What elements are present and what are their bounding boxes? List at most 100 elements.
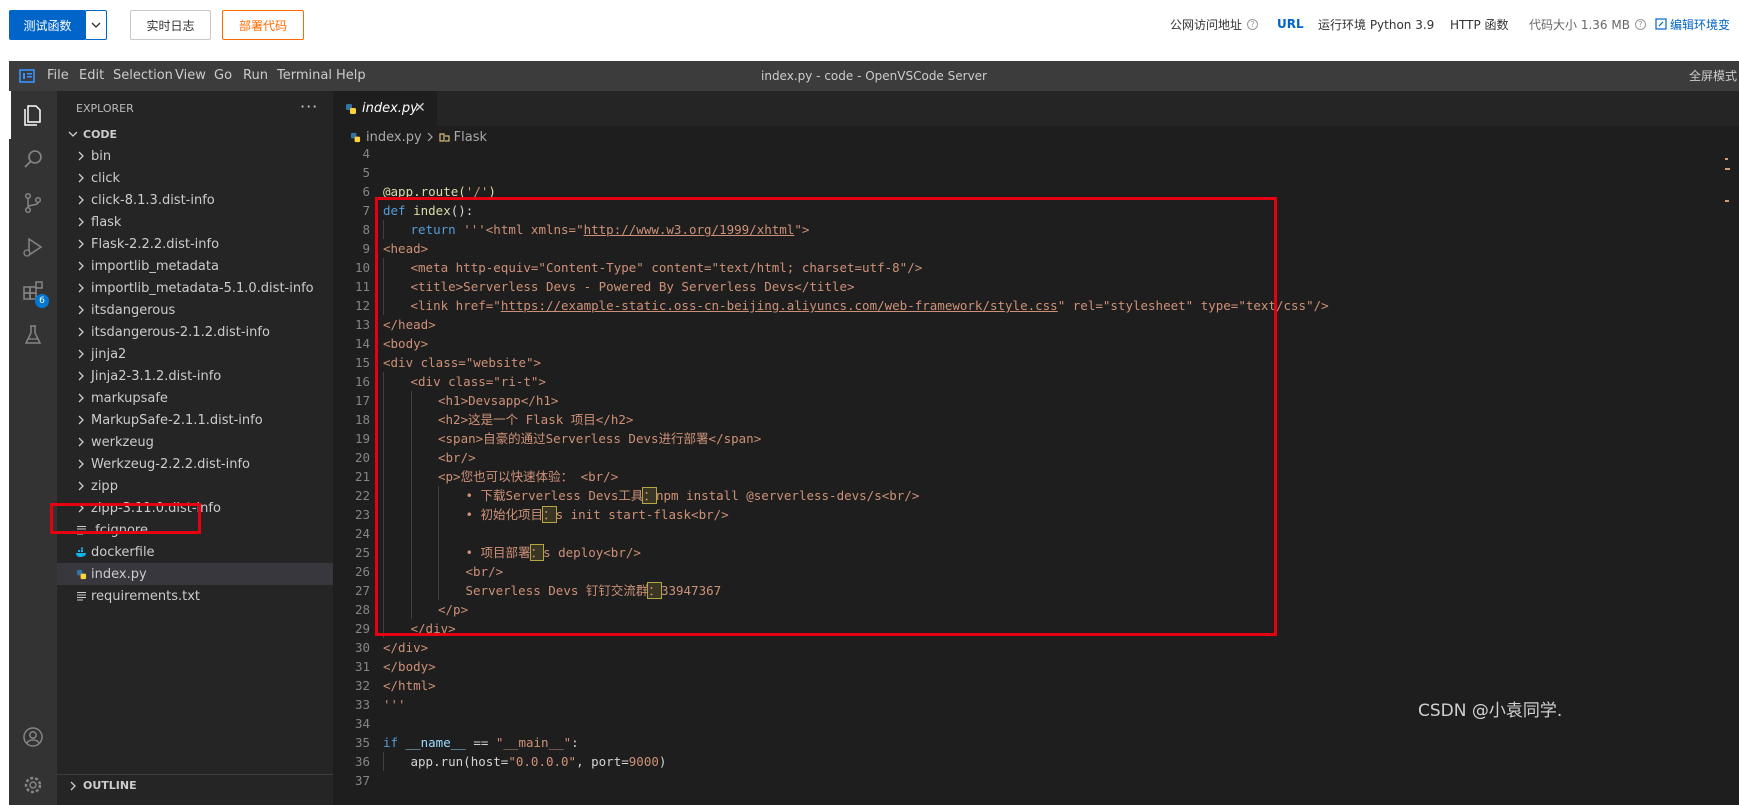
breadcrumb-file[interactable]: index.py	[366, 130, 422, 145]
tree-folder[interactable]: Werkzeug-2.2.2.dist-info	[57, 453, 333, 475]
code-text: <p>您也可以快速体验： <br/>	[438, 467, 618, 486]
menu-go[interactable]: Go	[214, 61, 232, 91]
deploy-code-button[interactable]: 部署代码	[222, 10, 304, 40]
menu-terminal[interactable]: Terminal	[277, 61, 332, 91]
chevron-right-icon	[73, 233, 89, 255]
code-line: 21 <p>您也可以快速体验： <br/>	[333, 467, 1739, 486]
minimap-mark	[1725, 158, 1728, 160]
tree-folder[interactable]: jinja2	[57, 343, 333, 365]
chevron-right-icon	[73, 475, 89, 497]
indent-guide	[410, 486, 412, 505]
activity-bar: 6	[9, 91, 57, 805]
tree-folder[interactable]: bin	[57, 145, 333, 167]
extensions-activity[interactable]: 6	[9, 267, 57, 315]
code-line: 16 <div class="ri-t">	[333, 372, 1739, 391]
manage-activity[interactable]	[9, 761, 57, 805]
search-activity[interactable]	[9, 135, 57, 183]
testing-activity[interactable]	[9, 311, 57, 359]
tree-file[interactable]: index.py	[57, 563, 333, 585]
menu-help[interactable]: Help	[336, 61, 366, 91]
line-number: 20	[354, 450, 370, 465]
tree-folder[interactable]: importlib_metadata-5.1.0.dist-info	[57, 277, 333, 299]
help-icon[interactable]: ?	[1247, 18, 1259, 30]
tree-folder[interactable]: flask	[57, 211, 333, 233]
source-control-activity[interactable]	[9, 179, 57, 227]
title-bar: index.py - code - OpenVSCode Server File…	[9, 61, 1739, 91]
tree-folder[interactable]: markupsafe	[57, 387, 333, 409]
edit-env-link[interactable]: 编辑环境变	[1655, 0, 1730, 48]
help-icon[interactable]: ?	[1634, 18, 1646, 30]
code-text: <h1>Devsapp</h1>	[438, 391, 558, 410]
code-text: </head>	[383, 315, 436, 334]
tree-folder[interactable]: itsdangerous	[57, 299, 333, 321]
code-text: <meta http-equiv="Content-Type" content=…	[411, 258, 923, 277]
tab-index-py[interactable]: index.py ✕	[333, 91, 437, 126]
test-function-button[interactable]: 测试函数	[9, 10, 86, 40]
close-icon[interactable]: ✕	[414, 91, 426, 126]
indent-guide	[383, 600, 384, 619]
tree-folder[interactable]: MarkupSafe-2.1.1.dist-info	[57, 409, 333, 431]
outline-label: OUTLINE	[83, 779, 137, 792]
chevron-right-icon	[73, 277, 89, 299]
test-function-dropdown[interactable]	[85, 10, 107, 40]
indent-guide	[383, 410, 384, 429]
menu-file[interactable]: File	[47, 61, 69, 91]
minimap-scrollbar[interactable]	[1722, 148, 1739, 805]
line-number: 34	[354, 716, 370, 731]
tree-folder[interactable]: click	[57, 167, 333, 189]
code-token: , port=	[576, 754, 629, 769]
code-line: 25 • 项目部署：s deploy<br/>	[333, 543, 1739, 562]
outline-section[interactable]: OUTLINE	[57, 774, 333, 796]
tree-folder[interactable]: zipp-3.11.0.dist-info	[57, 497, 333, 519]
tree-folder[interactable]: Jinja2-3.1.2.dist-info	[57, 365, 333, 387]
realtime-log-button[interactable]: 实时日志	[130, 10, 211, 40]
indent-guide	[383, 258, 384, 277]
tree-folder[interactable]: Flask-2.2.2.dist-info	[57, 233, 333, 255]
code-line: 13 </head>	[333, 315, 1739, 334]
more-actions-icon[interactable]: ···	[300, 91, 318, 127]
tree-folder[interactable]: werkzeug	[57, 431, 333, 453]
line-number: 35	[354, 735, 370, 750]
code-token: </p>	[438, 602, 469, 617]
code-line: 22 • 下载Serverless Devs工具：npm install @ser…	[333, 486, 1739, 505]
tree-file[interactable]: dockerfile	[57, 541, 333, 563]
code-line: 8 return '''<html xmlns="http://www.w3.or…	[333, 220, 1739, 239]
folder-root-code[interactable]: CODE	[57, 123, 333, 145]
tab-label: index.py	[362, 101, 418, 116]
run-debug-activity[interactable]	[9, 223, 57, 271]
code-token: ：	[647, 582, 662, 599]
breadcrumb-symbol[interactable]: Flask	[454, 130, 487, 145]
tree-file[interactable]: requirements.txt	[57, 585, 333, 607]
menu-view[interactable]: View	[175, 61, 206, 91]
tree-folder[interactable]: importlib_metadata	[57, 255, 333, 277]
line-number: 27	[354, 583, 370, 598]
line-number: 36	[354, 754, 370, 769]
tree-folder[interactable]: itsdangerous-2.1.2.dist-info	[57, 321, 333, 343]
tree-folder[interactable]: click-8.1.3.dist-info	[57, 189, 333, 211]
menu-edit[interactable]: Edit	[79, 61, 104, 91]
code-text: <link href="https://example-static.oss-c…	[411, 296, 1329, 315]
indent-guide	[410, 410, 412, 429]
code-token: app.run(host=	[410, 754, 509, 769]
code-token: @app.route(	[383, 184, 466, 199]
code-text: </html>	[383, 676, 436, 695]
fullscreen-button[interactable]: 全屏模式	[1689, 61, 1737, 91]
indent-guide	[383, 543, 384, 562]
chevron-right-icon	[427, 132, 433, 142]
menu-run[interactable]: Run	[243, 61, 268, 91]
code-text: <br/>	[466, 562, 504, 581]
tree-folder[interactable]: zipp	[57, 475, 333, 497]
explorer-activity[interactable]	[9, 91, 57, 139]
line-number: 25	[354, 545, 370, 560]
code-token: </div>	[383, 640, 429, 655]
tree-file[interactable]: .fcignore	[57, 519, 333, 541]
tree-item-label: click	[91, 170, 121, 186]
code-line: 6 @app.route('/')	[333, 182, 1739, 201]
chevron-right-icon	[73, 211, 89, 233]
code-text: <head>	[383, 239, 428, 258]
url-link[interactable]: URL	[1277, 0, 1304, 48]
line-number: 13	[354, 317, 370, 332]
menu-selection[interactable]: Selection	[113, 61, 173, 91]
line-number: 15	[354, 355, 370, 370]
accounts-activity[interactable]	[9, 713, 57, 761]
